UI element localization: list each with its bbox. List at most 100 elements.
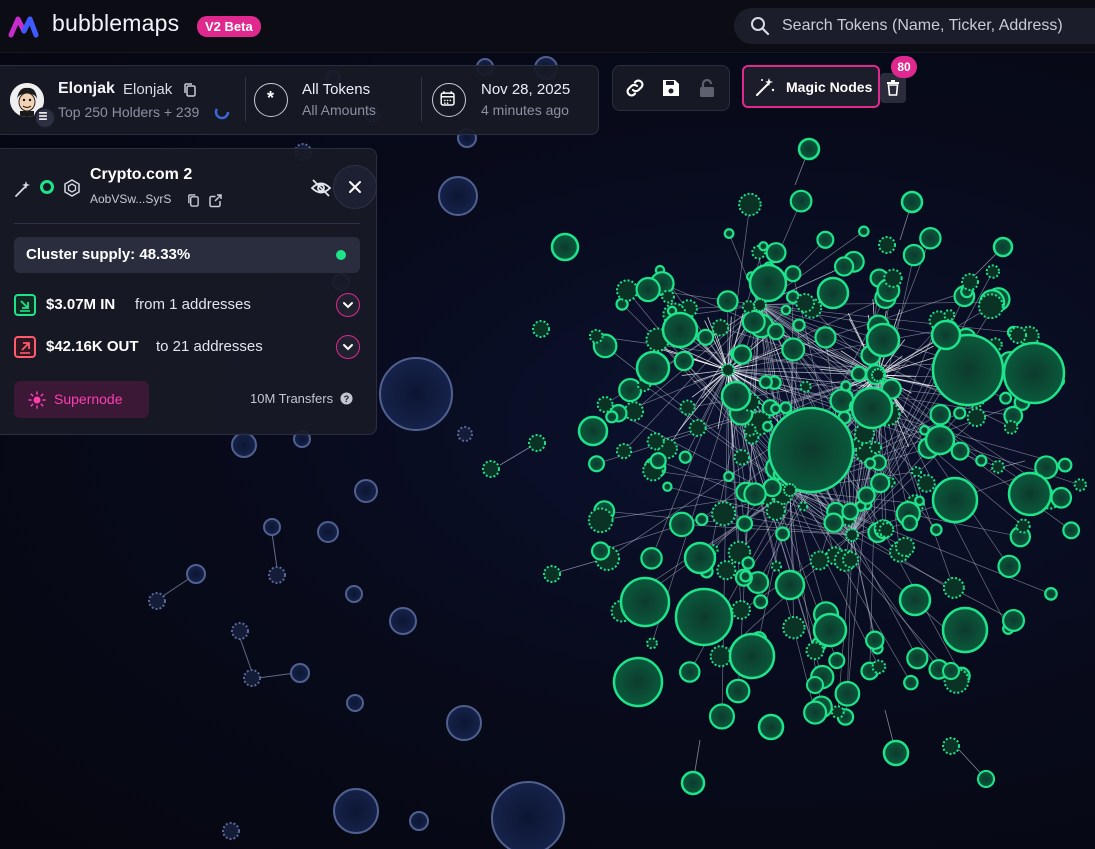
cluster-bubble[interactable]	[906, 647, 929, 670]
cluster-bubble[interactable]	[612, 656, 664, 708]
cluster-bubble[interactable]	[528, 434, 546, 452]
cluster-bubble[interactable]	[680, 770, 706, 796]
cluster-bubble[interactable]	[743, 482, 767, 506]
holder-bubble[interactable]	[389, 607, 417, 635]
holder-bubble[interactable]	[268, 566, 286, 584]
bubblemaps-logo-icon[interactable]	[8, 13, 44, 39]
cluster-hub-bubble[interactable]	[753, 298, 767, 312]
cluster-hub-bubble[interactable]	[871, 368, 885, 382]
cluster-bubble[interactable]	[997, 554, 1021, 579]
holder-bubble[interactable]	[446, 705, 482, 741]
supernode-button[interactable]: Supernode	[14, 381, 149, 418]
cluster-bubble[interactable]	[741, 309, 766, 334]
holder-bubble[interactable]	[354, 479, 378, 503]
cluster-bubble[interactable]	[780, 304, 792, 316]
cluster-bubble[interactable]	[942, 576, 965, 599]
cluster-bubble[interactable]	[931, 476, 979, 524]
holder-bubble[interactable]	[290, 663, 310, 683]
cluster-bubble[interactable]	[903, 674, 919, 691]
cluster-bubble[interactable]	[728, 632, 776, 680]
cluster-bubble[interactable]	[646, 637, 658, 650]
search-input[interactable]: Search Tokens (Name, Ticker, Address)	[734, 8, 1095, 44]
holder-bubble[interactable]	[457, 426, 473, 442]
cluster-bubble[interactable]	[841, 551, 860, 569]
holder-bubble[interactable]	[333, 788, 379, 834]
cluster-bubble[interactable]	[770, 403, 782, 415]
cluster-bubble[interactable]	[878, 236, 896, 254]
cluster-bubble[interactable]	[797, 137, 821, 161]
cluster-bubble[interactable]	[991, 460, 1005, 474]
holder-bubble[interactable]	[491, 781, 565, 849]
cluster-bubble[interactable]	[765, 500, 786, 521]
cluster-bubble[interactable]	[878, 522, 895, 538]
copy-icon[interactable]	[187, 193, 200, 208]
cluster-bubble[interactable]	[550, 232, 580, 262]
cluster-bubble[interactable]	[961, 273, 979, 291]
cluster-bubble[interactable]	[748, 263, 788, 303]
cluster-bubble[interactable]	[661, 289, 675, 304]
cluster-bubble[interactable]	[635, 350, 671, 386]
cluster-bubble[interactable]	[857, 486, 876, 505]
cluster-bubble[interactable]	[914, 495, 925, 507]
holder-bubble[interactable]	[317, 521, 339, 543]
cluster-bubble[interactable]	[723, 228, 735, 239]
brand-name[interactable]: bubblemaps	[52, 10, 179, 37]
cluster-bubble[interactable]	[587, 507, 614, 534]
cluster-bubble[interactable]	[870, 472, 891, 494]
cluster-bubble[interactable]	[898, 583, 932, 617]
holder-bubble[interactable]	[263, 518, 281, 536]
cluster-bubble[interactable]	[809, 550, 830, 571]
cluster-bubble[interactable]	[1015, 518, 1031, 534]
cluster-bubble[interactable]	[812, 612, 848, 648]
magic-nodes-button[interactable]: Magic Nodes	[742, 65, 880, 108]
cluster-bubble[interactable]	[901, 514, 919, 532]
cluster-bubble[interactable]	[930, 319, 962, 351]
cluster-bubble[interactable]	[615, 279, 639, 302]
cluster-bubble[interactable]	[709, 645, 732, 668]
inflow-row[interactable]: $3.07M IN from 1 addresses	[14, 291, 360, 319]
filter-title[interactable]: All Tokens	[302, 81, 370, 98]
cluster-bubble[interactable]	[850, 386, 894, 430]
cluster-bubble[interactable]	[864, 457, 877, 470]
cluster-bubble[interactable]	[741, 556, 755, 570]
cluster-bubble[interactable]	[731, 599, 751, 620]
close-panel-button[interactable]	[333, 165, 377, 209]
save-icon[interactable]	[659, 76, 683, 100]
cluster-bubble[interactable]	[646, 432, 665, 451]
cluster-bubble[interactable]	[999, 391, 1013, 405]
cluster-bubble[interactable]	[716, 290, 739, 313]
cluster-bubble[interactable]	[858, 225, 870, 238]
cluster-bubble[interactable]	[977, 770, 995, 788]
cluster-bubble[interactable]	[803, 700, 828, 725]
cluster-bubble[interactable]	[830, 705, 845, 719]
cluster-bubble[interactable]	[919, 227, 942, 250]
holder-bubble[interactable]	[231, 432, 257, 458]
cluster-bubble[interactable]	[883, 268, 903, 288]
holder-bubble[interactable]	[231, 622, 249, 640]
cluster-bubble[interactable]	[795, 292, 816, 313]
eye-off-icon[interactable]	[310, 178, 332, 198]
cluster-bubble[interactable]	[823, 512, 844, 533]
cluster-bubbles[interactable]	[482, 137, 1087, 796]
cluster-bubble[interactable]	[805, 641, 825, 661]
cluster-bubble[interactable]	[662, 481, 673, 492]
cluster-bubble[interactable]	[943, 309, 956, 322]
cluster-bubble[interactable]	[942, 662, 960, 680]
copy-icon[interactable]	[183, 82, 197, 98]
cluster-bubble[interactable]	[720, 380, 752, 412]
cluster-bubble[interactable]	[841, 502, 860, 521]
holder-bubble[interactable]	[409, 811, 429, 831]
cluster-bubble[interactable]	[966, 407, 987, 428]
cluster-bubble[interactable]	[942, 737, 960, 755]
cluster-bubble[interactable]	[1002, 608, 1026, 632]
cluster-bubble[interactable]	[834, 680, 861, 707]
cluster-bubble[interactable]	[590, 541, 611, 561]
cluster-bubble[interactable]	[1044, 586, 1058, 601]
cluster-bubble[interactable]	[917, 474, 936, 493]
lock-icon[interactable]	[695, 76, 719, 100]
cluster-bubble[interactable]	[814, 326, 837, 349]
cluster-bubble[interactable]	[1009, 326, 1027, 344]
cluster-bubble[interactable]	[924, 424, 956, 456]
expand-inflow-button[interactable]	[336, 293, 360, 317]
cluster-bubble[interactable]	[588, 455, 606, 473]
